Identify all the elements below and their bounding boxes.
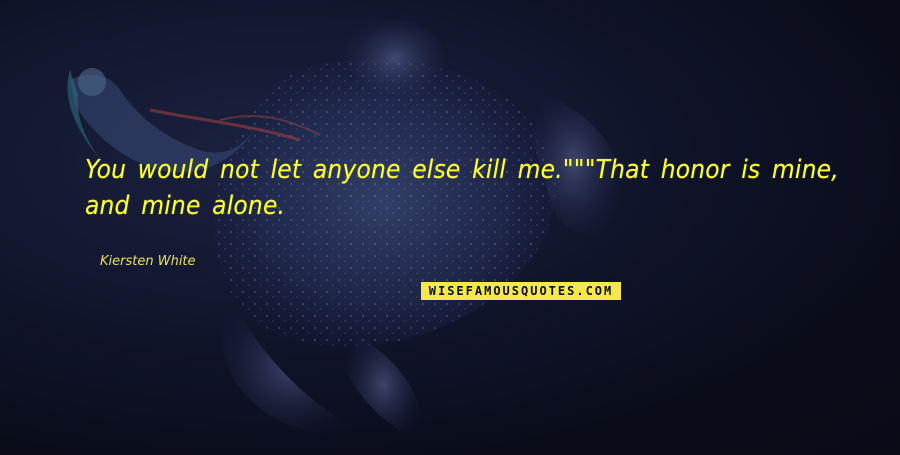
quote-text: You would not let anyone else kill me.""… bbox=[85, 155, 839, 221]
mermaid-illustration-icon bbox=[67, 18, 621, 440]
quote-card: You would not let anyone else kill me.""… bbox=[0, 0, 900, 455]
brand-logo-text: WISEFAMOUSQUOTES.COM bbox=[428, 284, 614, 298]
brand-logo: WISEFAMOUSQUOTES.COM bbox=[421, 282, 621, 300]
author-name: Kiersten White bbox=[100, 254, 196, 269]
